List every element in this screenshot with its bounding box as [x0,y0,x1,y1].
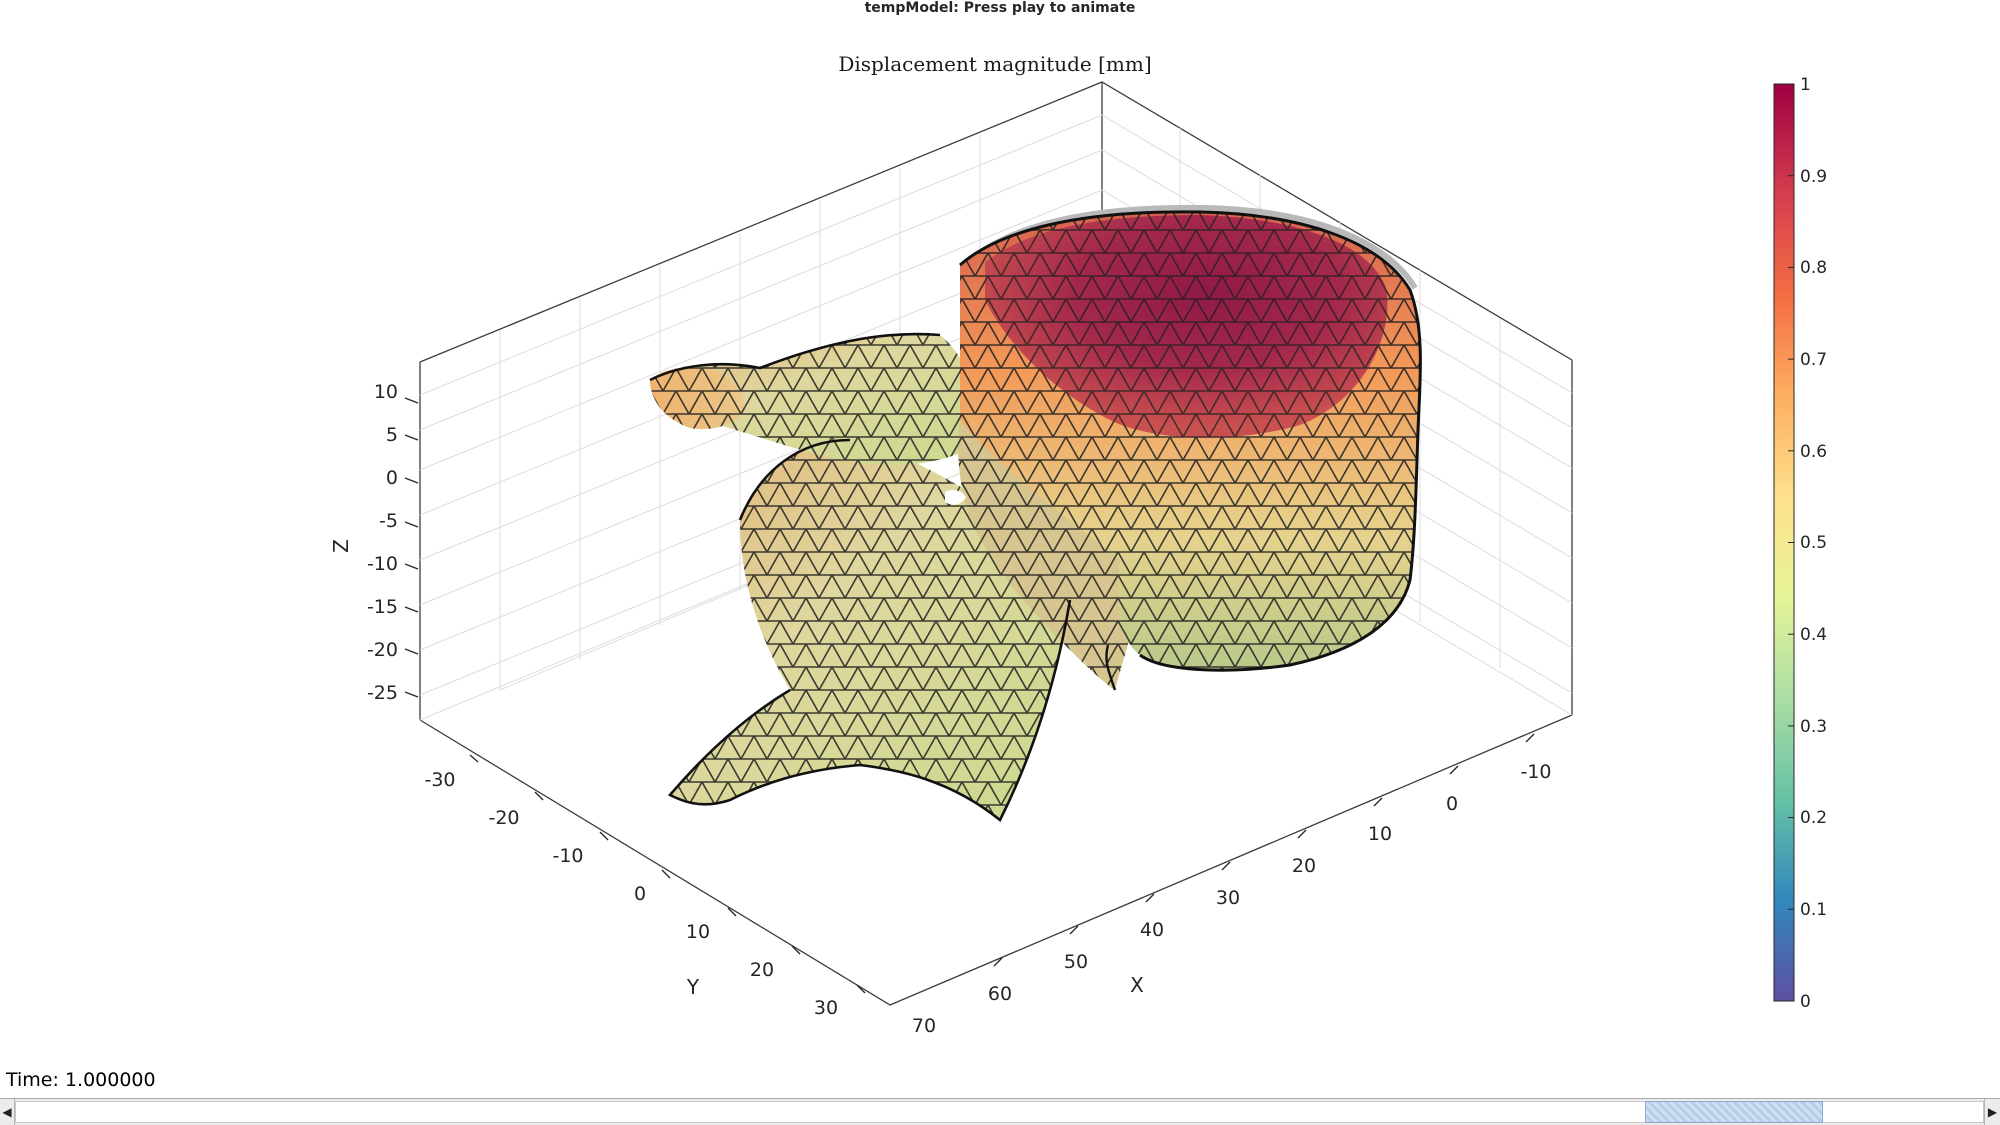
z-tick: -20 [367,639,398,661]
colorbar-tick: 0.4 [1800,625,1827,645]
scroll-right-button[interactable]: ▶ [1984,1099,2000,1125]
vertebra-surface[interactable] [649,204,1422,823]
y-tick: 0 [634,883,646,905]
y-tick: 20 [750,959,774,981]
x-tick: 50 [1064,951,1088,973]
arrow-left-icon: ◀ [2,1105,12,1119]
y-tick: -10 [552,845,583,867]
x-tick: 10 [1368,823,1392,845]
colorbar[interactable]: 1 0.9 0.8 0.7 0.6 0.5 0.4 0.3 0.2 0.1 0 [1773,75,1827,1012]
z-tick: -10 [367,553,398,575]
y-tick: -30 [424,769,455,791]
y-axis-label: Y [686,975,700,999]
arrow-right-icon: ▶ [1987,1105,1998,1119]
z-tick: 0 [386,467,398,489]
x-axis-label: X [1130,973,1144,997]
plot-title: Displacement magnitude [mm] [838,52,1151,76]
z-axis-label: Z [329,539,353,553]
z-axis: 10 5 0 -5 -10 -15 -20 -25 Z [329,381,419,704]
colorbar-tick: 0.1 [1800,900,1827,920]
y-tick: -20 [488,807,519,829]
plot-area[interactable]: Displacement magnitude [mm] 10 5 0 -5 -1… [0,0,2000,1125]
scroll-thumb[interactable] [1644,1101,1823,1123]
x-tick: 60 [988,983,1012,1005]
y-axis: -30 -20 -10 0 10 20 30 Y [424,754,866,1019]
scroll-left-button[interactable]: ◀ [0,1099,15,1125]
time-label: Time: 1.000000 [6,1069,156,1091]
colorbar-tick: 0.7 [1800,350,1827,370]
z-tick: -15 [367,596,398,618]
x-tick: 20 [1292,855,1316,877]
z-tick: 10 [374,381,398,403]
x-tick: -10 [1520,761,1551,783]
time-scrollbar[interactable]: ◀ ▶ [0,1098,2000,1125]
x-tick: 30 [1216,887,1240,909]
colorbar-tick: 0.3 [1800,717,1827,737]
colorbar-tick: 0.2 [1800,808,1827,828]
x-tick: 70 [912,1015,936,1037]
x-tick: 0 [1446,793,1458,815]
z-tick: -25 [367,682,398,704]
y-tick: 30 [814,997,838,1019]
colorbar-tick: 0.9 [1800,167,1827,187]
colorbar-tick: 1 [1800,75,1811,95]
z-tick: 5 [386,424,398,446]
colorbar-tick: 0.5 [1800,533,1827,553]
colorbar-tick: 0.6 [1800,442,1827,462]
z-tick: -5 [379,510,398,532]
colorbar-tick: 0.8 [1800,258,1827,278]
x-tick: 40 [1140,919,1164,941]
colorbar-tick: 0 [1800,992,1811,1012]
y-tick: 10 [686,921,710,943]
